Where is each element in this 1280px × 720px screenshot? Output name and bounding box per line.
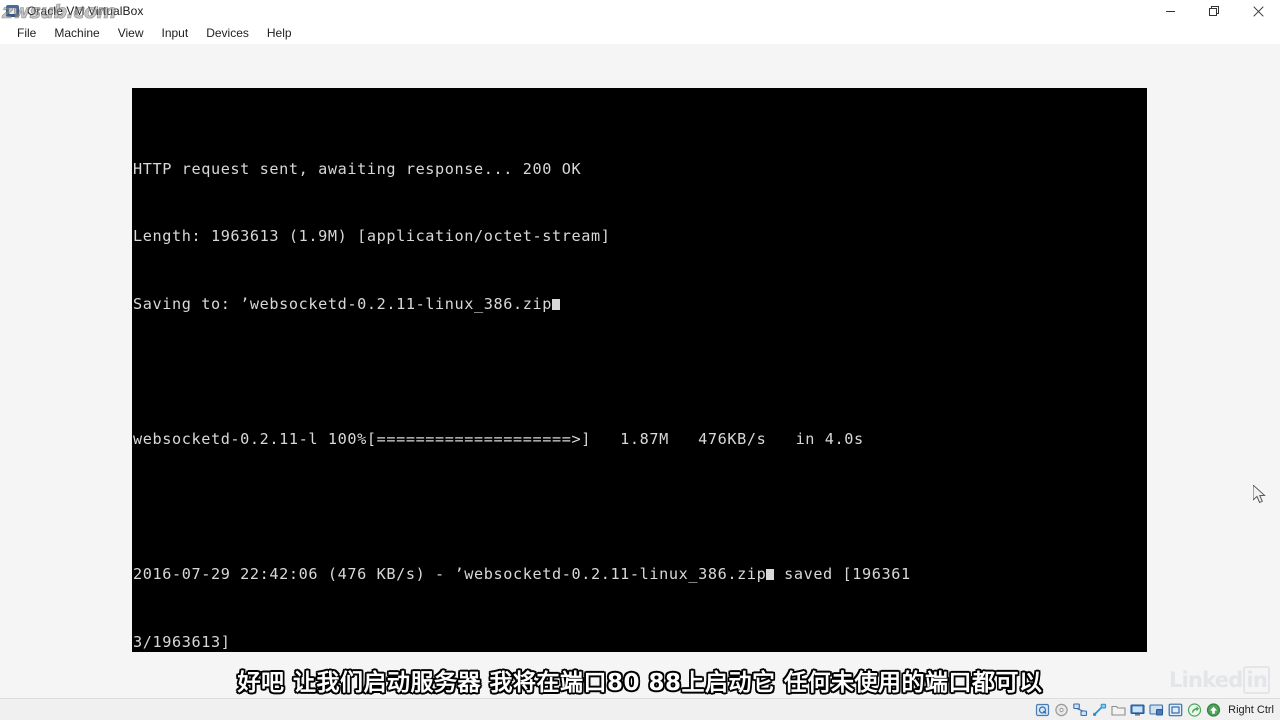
terminal-line-text: Saving to: ’websocketd-0.2.11-linux_386.… [133,294,552,313]
maximize-restore-button[interactable] [1192,0,1236,22]
host-key-icon[interactable] [1206,702,1221,717]
terminal-window[interactable]: HTTP request sent, awaiting response... … [132,88,1147,652]
terminal-line: 2016-07-29 22:42:06 (476 KB/s) - ’websoc… [133,563,1147,586]
terminal-line-text: 2016-07-29 22:42:06 (476 KB/s) - ’websoc… [133,565,767,584]
virtualbox-window: Oracle VM VirtualBox File Machine View I… [0,0,1280,720]
subtitle-text: 好吧 让我们启动服务器 我将在端口80 88上启动它 任何未使用的端口都可以 [237,670,1043,696]
title-bar: Oracle VM VirtualBox [0,0,1280,22]
menu-item-help[interactable]: Help [258,24,301,42]
watermark-linkedin: Linked in [1169,666,1270,694]
terminal-output: HTTP request sent, awaiting response... … [132,90,1147,652]
vm-viewport[interactable]: HTTP request sent, awaiting response... … [0,44,1280,698]
watermark-zwsub: zwsub.com [2,1,117,24]
window-controls [1148,0,1280,22]
host-key-label: Right Ctrl [1228,703,1274,716]
menu-item-devices[interactable]: Devices [197,24,258,42]
close-button[interactable] [1236,0,1280,22]
terminal-line: Saving to: ’websocketd-0.2.11-linux_386.… [133,293,1147,316]
terminal-line: Length: 1963613 (1.9M) [application/octe… [133,227,611,246]
shared-folder-icon[interactable] [1111,703,1126,717]
terminal-line-suffix: saved [196361 [774,565,911,584]
terminal-line: HTTP request sent, awaiting response... … [133,159,582,178]
watermark-linkedin-box: in [1243,666,1270,694]
mouse-integration-icon[interactable] [1187,702,1202,717]
menu-item-machine[interactable]: Machine [45,24,108,42]
display-icon[interactable] [1130,703,1145,717]
menu-item-file[interactable]: File [8,24,45,42]
hard-disk-icon[interactable] [1035,703,1050,717]
menu-bar: File Machine View Input Devices Help [0,22,1280,44]
video-capture-icon[interactable] [1149,703,1164,717]
terminal-line: websocketd-0.2.11-l 100%[===============… [133,430,864,449]
minimize-button[interactable] [1148,0,1192,22]
network-icon[interactable] [1073,702,1088,717]
watermark-linkedin-word: Linked [1169,668,1243,692]
inline-cursor-block [551,298,560,310]
menu-item-input[interactable]: Input [153,24,198,42]
usb-icon[interactable] [1092,703,1107,717]
terminal-line: 3/1963613] [133,633,231,652]
optical-disk-icon[interactable] [1054,703,1069,717]
mouse-pointer-icon [1252,483,1267,505]
remote-desktop-icon[interactable] [1168,703,1183,717]
menu-item-view[interactable]: View [109,24,153,42]
status-bar: Right Ctrl [0,698,1280,720]
